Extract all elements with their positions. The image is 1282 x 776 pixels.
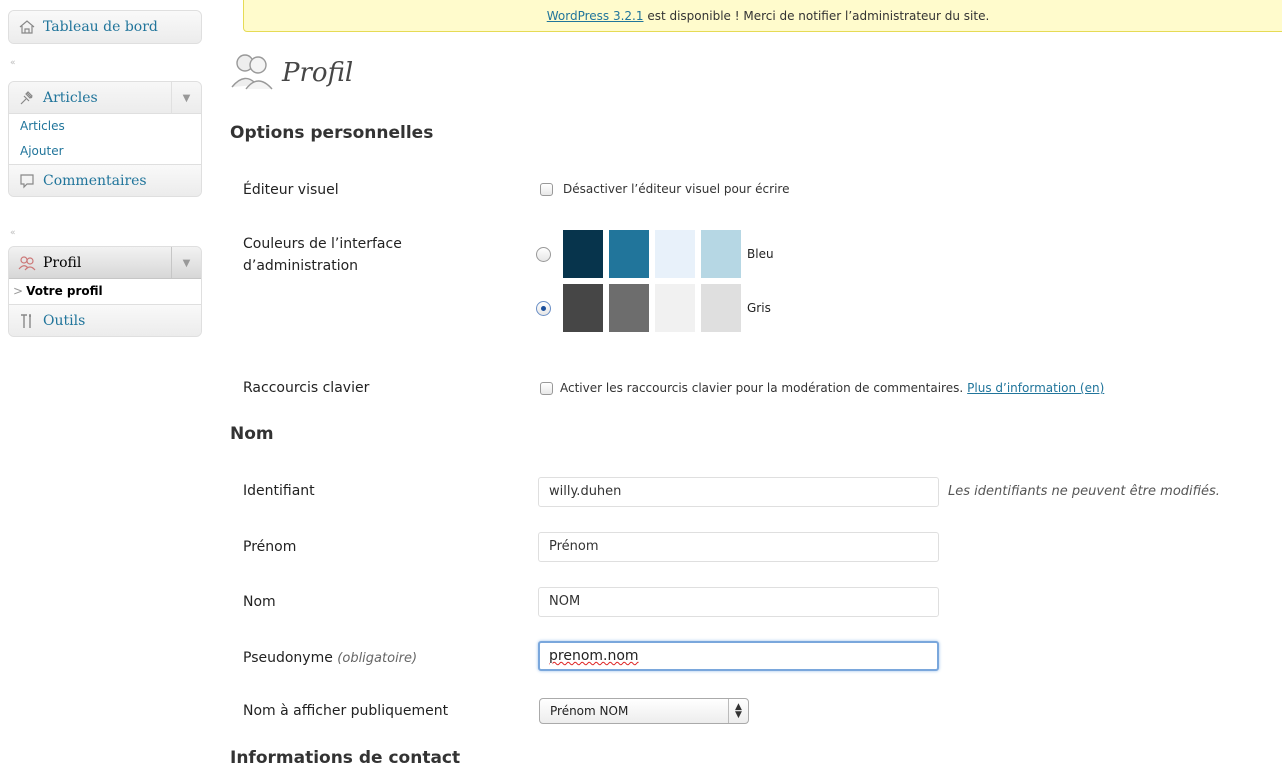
keyboard-shortcuts-checkbox[interactable] <box>540 381 553 395</box>
last-name-field[interactable]: NOM <box>538 587 939 617</box>
color-scheme-blue[interactable]: Bleu <box>536 230 774 278</box>
update-link[interactable]: WordPress 3.2.1 <box>547 9 644 23</box>
display-name-label: Nom à afficher publiquement <box>243 703 449 719</box>
menu-label-comments: Commentaires <box>43 172 147 189</box>
nickname-field-value: prenom.nom <box>549 648 639 664</box>
visual-editor-option: Désactiver l’éditeur visuel pour écrire <box>540 182 789 196</box>
menu-item-profile[interactable]: Profil ▼ <box>9 247 201 279</box>
menu-profile: Profil ▼ > Votre profil Outils <box>8 246 202 337</box>
users-icon <box>17 253 37 273</box>
keyboard-shortcuts-label: Raccourcis clavier <box>243 380 370 396</box>
keyboard-shortcuts-checkbox-label: Activer les raccourcis clavier pour la m… <box>560 381 964 395</box>
menu-label-dashboard: Tableau de bord <box>43 19 158 35</box>
section-heading-name: Nom <box>230 424 274 444</box>
submenu-item-articles[interactable]: Articles <box>9 114 201 139</box>
color-scheme-name-blue: Bleu <box>747 247 774 261</box>
submenu-label-your-profile: Votre profil <box>26 284 103 298</box>
select-arrows-icon: ▲ ▼ <box>728 699 748 723</box>
nickname-label: Pseudonyme (obligatoire) <box>243 647 417 670</box>
current-arrow-icon: > <box>13 284 24 298</box>
required-indicator: (obligatoire) <box>337 651 418 666</box>
speech-bubble-icon <box>17 171 37 191</box>
visual-editor-label: Éditeur visuel <box>243 182 339 198</box>
menu-label-articles: Articles <box>43 89 98 106</box>
swatch <box>609 284 649 332</box>
chevron-down-icon: ▼ <box>182 92 191 104</box>
color-scheme-radio-gray[interactable] <box>536 300 551 316</box>
swatch <box>563 230 603 278</box>
visual-editor-checkbox-label: Désactiver l’éditeur visuel pour écrire <box>563 182 790 196</box>
nickname-field[interactable]: prenom.nom <box>538 641 939 671</box>
menu-label-profile: Profil <box>43 254 82 271</box>
submenu-item-your-profile[interactable]: > Votre profil <box>9 279 201 304</box>
color-scheme-name-gray: Gris <box>747 301 771 315</box>
username-label: Identifiant <box>243 483 315 499</box>
menu-item-tools[interactable]: Outils <box>9 304 201 336</box>
menu-item-articles[interactable]: Articles ▼ <box>9 82 201 114</box>
visual-editor-checkbox[interactable] <box>540 182 553 196</box>
first-name-label: Prénom <box>243 539 297 555</box>
swatch <box>563 284 603 332</box>
color-scheme-radio-blue[interactable] <box>536 246 551 262</box>
collapse-separator-icon[interactable]: « <box>10 228 16 238</box>
last-name-label: Nom <box>243 594 276 610</box>
admin-colors-label: Couleurs de l’interface d’administration <box>243 233 402 277</box>
color-scheme-gray[interactable]: Gris <box>536 284 771 332</box>
pin-icon <box>17 88 37 108</box>
first-name-field[interactable]: Prénom <box>538 532 939 562</box>
section-heading-contact: Informations de contact <box>230 748 461 768</box>
swatch <box>655 230 695 278</box>
swatch <box>701 284 741 332</box>
menu-item-dashboard[interactable]: Tableau de bord <box>9 11 201 43</box>
update-notice: WordPress 3.2.1 est disponible ! Merci d… <box>243 0 1282 32</box>
username-hint: Les identifiants ne peuvent être modifié… <box>948 484 1220 499</box>
update-notice-text: est disponible ! Merci de notifier l’adm… <box>643 9 990 23</box>
chevron-down-icon: ▼ <box>182 257 191 269</box>
swatch <box>655 284 695 332</box>
admin-sidebar: Tableau de bord « Articles ▼ Articles Aj… <box>0 0 203 776</box>
submenu-item-add[interactable]: Ajouter <box>9 139 201 164</box>
submenu-articles: Articles Ajouter <box>9 114 201 164</box>
tools-icon <box>17 311 37 331</box>
more-info-link[interactable]: Plus d’information (en) <box>967 381 1104 395</box>
display-name-selected-value: Prénom NOM <box>550 704 629 718</box>
page-header: Profil <box>230 48 353 98</box>
keyboard-shortcuts-option: Activer les raccourcis clavier pour la m… <box>540 381 1104 395</box>
swatch <box>609 230 649 278</box>
home-icon <box>17 17 37 37</box>
page-title: Profil <box>282 58 354 88</box>
section-heading-personal-options: Options personnelles <box>230 123 434 143</box>
collapse-separator-icon[interactable]: « <box>10 58 16 68</box>
username-field[interactable]: willy.duhen <box>538 477 939 507</box>
admin-colors-label-line2: d’administration <box>243 258 359 274</box>
swatch <box>701 230 741 278</box>
display-name-select[interactable]: Prénom NOM ▲ ▼ <box>539 698 749 724</box>
menu-item-comments[interactable]: Commentaires <box>9 164 201 196</box>
menu-dashboard: Tableau de bord <box>8 10 202 44</box>
nickname-label-text: Pseudonyme <box>243 650 333 666</box>
menu-toggle-profile[interactable]: ▼ <box>171 247 201 279</box>
menu-articles: Articles ▼ Articles Ajouter Commentaires <box>8 81 202 197</box>
menu-label-tools: Outils <box>43 312 86 329</box>
submenu-profile: > Votre profil <box>9 279 201 304</box>
profile-users-icon <box>230 51 274 95</box>
admin-colors-label-line1: Couleurs de l’interface <box>243 236 402 252</box>
menu-toggle-articles[interactable]: ▼ <box>171 82 201 114</box>
